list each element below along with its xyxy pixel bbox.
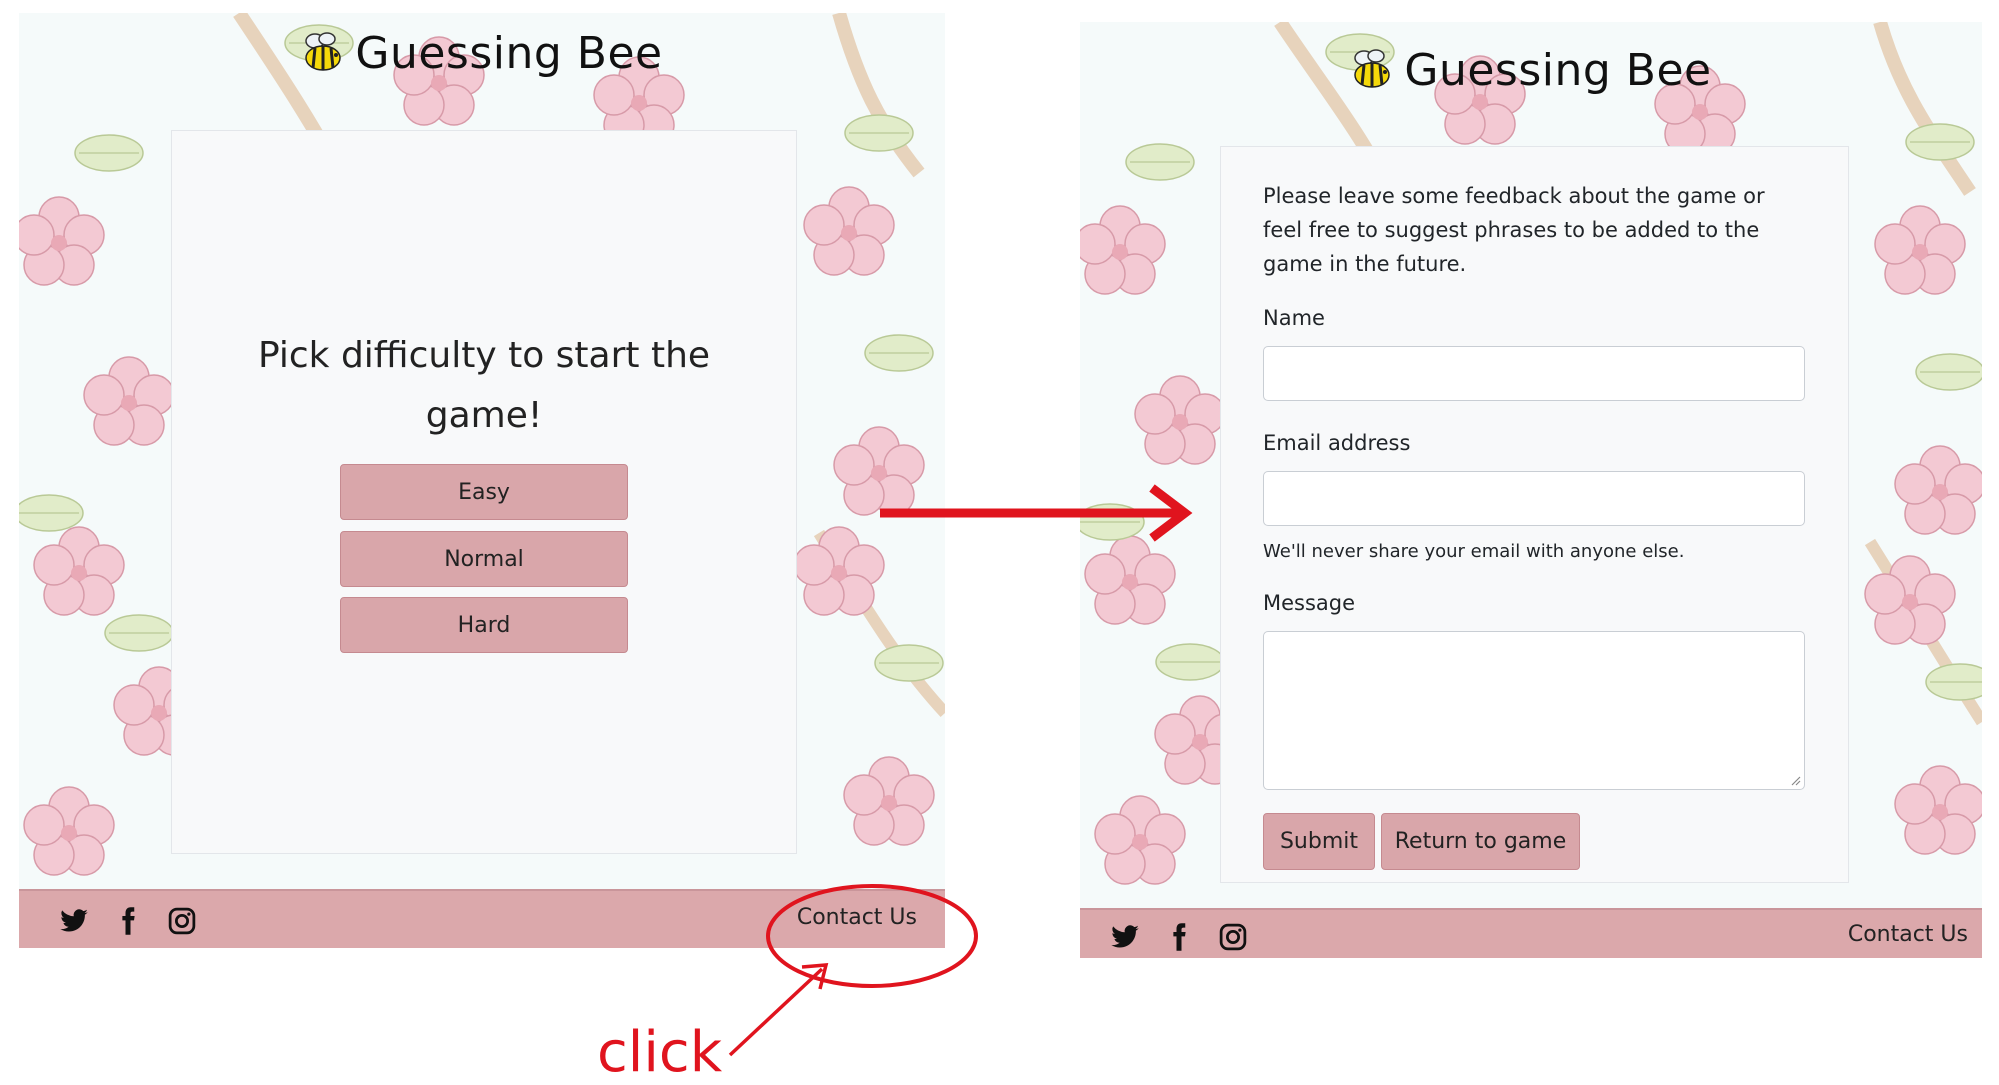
return-to-game-button[interactable]: Return to game [1381, 813, 1580, 870]
facebook-icon[interactable] [113, 906, 143, 936]
twitter-icon[interactable] [1110, 922, 1140, 952]
form-intro: Please leave some feedback about the gam… [1263, 184, 1765, 276]
app-title: Guessing Bee [1404, 44, 1712, 96]
message-label: Message [1263, 591, 1356, 615]
instagram-icon[interactable] [167, 906, 197, 936]
click-annotation-label: click [597, 1020, 723, 1085]
resize-grip-icon[interactable] [1789, 774, 1801, 786]
click-pointer-arrow [728, 963, 829, 1057]
contact-us-link[interactable]: Contact Us [1848, 922, 1968, 947]
app-title: Guessing Bee [355, 27, 663, 79]
normal-button[interactable]: Normal [340, 531, 628, 587]
twitter-icon[interactable] [59, 906, 89, 936]
email-label: Email address [1263, 431, 1411, 455]
message-textarea[interactable] [1263, 631, 1805, 790]
contact-form-card: Please leave some feedback about the gam… [1220, 146, 1849, 883]
transition-arrow [880, 484, 1193, 542]
start-card: Pick difficulty to start the game! Easy … [171, 130, 797, 854]
brand: Guessing Bee [1350, 45, 1711, 96]
contact-screen-panel: Guessing Bee Please leave some feedback … [1080, 22, 1982, 958]
hard-button[interactable]: Hard [340, 597, 628, 653]
easy-button[interactable]: Easy [340, 464, 628, 520]
start-screen-panel: Guessing Bee Pick difficulty to start th… [19, 13, 945, 948]
bee-icon [1354, 49, 1391, 88]
email-input[interactable] [1263, 471, 1805, 526]
submit-button[interactable]: Submit [1263, 813, 1375, 870]
bee-icon [305, 32, 342, 71]
email-hint: We'll never share your email with anyone… [1263, 541, 1685, 562]
facebook-icon[interactable] [1164, 922, 1194, 952]
app-header: Guessing Bee [1080, 40, 1982, 100]
footer: Contact Us [1080, 908, 1982, 958]
social-links [59, 906, 197, 936]
social-links [1110, 922, 1248, 952]
instagram-icon[interactable] [1218, 922, 1248, 952]
name-input[interactable] [1263, 346, 1805, 401]
app-header: Guessing Bee [19, 23, 945, 83]
name-label: Name [1263, 306, 1325, 330]
brand: Guessing Bee [301, 28, 662, 79]
start-prompt: Pick difficulty to start the game! [257, 335, 711, 436]
